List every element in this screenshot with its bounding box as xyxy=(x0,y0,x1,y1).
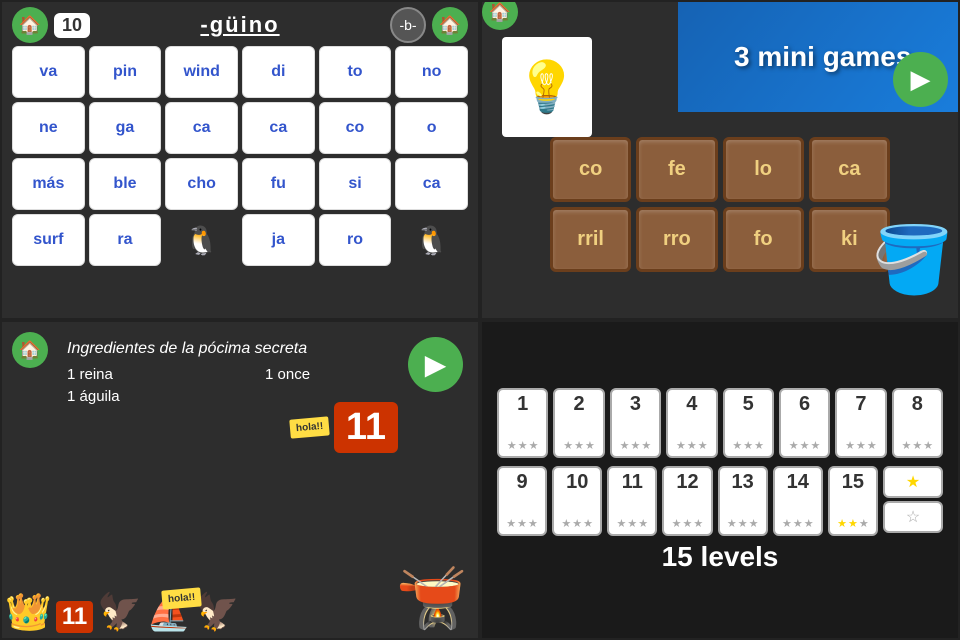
penguin-icon-1: 🐧 xyxy=(165,214,238,266)
wood-tile-grid: co fe lo ca rril rro fo ki xyxy=(550,137,890,272)
cauldron-bottom-left: 🫕 xyxy=(396,565,468,633)
puzzle-game-quadrant: 🏠 💡 3 mini games ▶ 🪣 co fe lo ca rril rr… xyxy=(480,0,960,320)
home-button-puzzle[interactable]: 🏠 xyxy=(482,0,518,30)
recipe-once-text: 1 once xyxy=(265,366,310,383)
level-extra-btn-2[interactable]: ☆ xyxy=(883,501,943,533)
eagle-icon: 🦅 xyxy=(97,591,142,633)
wood-tile-rril[interactable]: rril xyxy=(550,207,631,272)
tile-di[interactable]: di xyxy=(242,46,315,98)
level-14-button[interactable]: 14 ★★★ xyxy=(773,466,823,536)
level-6-button[interactable]: 6 ★★★ xyxy=(779,388,830,458)
tile-ble[interactable]: ble xyxy=(89,158,162,210)
level-8-button[interactable]: 8 ★★★ xyxy=(892,388,943,458)
tile-mas[interactable]: más xyxy=(12,158,85,210)
tile-pin[interactable]: pin xyxy=(89,46,162,98)
next-arrow-button[interactable]: ▶ xyxy=(408,337,463,392)
main-screen: 🏠 10 -güino -b- 🏠 va pin wind di to no n… xyxy=(0,0,960,640)
tile-ca3[interactable]: ca xyxy=(395,158,468,210)
level-13-button[interactable]: 13 ★★★ xyxy=(718,466,768,536)
tile-ca1[interactable]: ca xyxy=(165,102,238,154)
sticky-note: hola!! xyxy=(289,416,330,438)
level-extra-buttons: ★ ☆ xyxy=(883,466,943,536)
tile-ga[interactable]: ga xyxy=(89,102,162,154)
word-tile-grid: va pin wind di to no ne ga ca ca co o má… xyxy=(12,46,468,266)
level-7-button[interactable]: 7 ★★★ xyxy=(835,388,886,458)
wood-tile-co[interactable]: co xyxy=(550,137,631,202)
word-display: -güino xyxy=(200,12,279,38)
level-10-button[interactable]: 10 ★★★ xyxy=(552,466,602,536)
tile-fu[interactable]: fu xyxy=(242,158,315,210)
wood-tile-fo[interactable]: fo xyxy=(723,207,804,272)
queen-icon-large: 👑 xyxy=(5,593,47,633)
tile-surf[interactable]: surf xyxy=(12,214,85,266)
home-button-tl[interactable]: 🏠 xyxy=(12,7,48,43)
lightbulb-card: 💡 xyxy=(502,37,592,137)
level-2-button[interactable]: 2 ★★★ xyxy=(553,388,604,458)
tile-to[interactable]: to xyxy=(319,46,392,98)
recipe-item-aguila: 1 águila xyxy=(67,388,260,405)
levels-grid-row2: 9 ★★★ 10 ★★★ 11 ★★★ 12 ★★★ 13 ★★★ 14 ★★★ xyxy=(497,466,943,536)
wood-tile-lo[interactable]: lo xyxy=(723,137,804,202)
tile-ra[interactable]: ra xyxy=(89,214,162,266)
tile-cho[interactable]: cho xyxy=(165,158,238,210)
level-4-button[interactable]: 4 ★★★ xyxy=(666,388,717,458)
tile-no[interactable]: no xyxy=(395,46,468,98)
wood-tile-ca[interactable]: ca xyxy=(809,137,890,202)
banner-text: 3 mini games xyxy=(734,41,911,73)
tile-o[interactable]: o xyxy=(395,102,468,154)
banner-arrow-button[interactable]: ▶ xyxy=(893,52,948,107)
levels-grid-row1: 1 ★★★ 2 ★★★ 3 ★★★ 4 ★★★ 5 ★★★ 6 ★★★ xyxy=(497,388,943,458)
home-button-bl[interactable]: 🏠 xyxy=(12,332,48,368)
tile-co[interactable]: co xyxy=(319,102,392,154)
tile-va[interactable]: va xyxy=(12,46,85,98)
levels-label: 15 levels xyxy=(662,541,779,573)
number-display: 11 xyxy=(334,402,398,453)
tile-ne[interactable]: ne xyxy=(12,102,85,154)
banner-area: 3 mini games ▶ xyxy=(678,2,958,112)
recipe-title: Ingredientes de la pócima secreta xyxy=(67,340,468,358)
level-extra-btn-1[interactable]: ★ xyxy=(883,466,943,498)
level-12-button[interactable]: 12 ★★★ xyxy=(662,466,712,536)
penguin-icon-2: 🐧 xyxy=(395,214,468,266)
score-display: 10 xyxy=(54,13,90,38)
levels-quadrant: 1 ★★★ 2 ★★★ 3 ★★★ 4 ★★★ 5 ★★★ 6 ★★★ xyxy=(480,320,960,640)
level-11-button[interactable]: 11 ★★★ xyxy=(607,466,657,536)
level-1-button[interactable]: 1 ★★★ xyxy=(497,388,548,458)
recipe-reina-text: 1 reina xyxy=(67,366,113,383)
sticky-note-2: hola!! xyxy=(162,589,201,608)
tile-ro[interactable]: ro xyxy=(319,214,392,266)
level-9-button[interactable]: 9 ★★★ xyxy=(497,466,547,536)
top-bar: 🏠 10 -güino -b- 🏠 xyxy=(12,12,468,38)
sticky-note-2-text: hola!! xyxy=(161,587,202,609)
recipe-aguila-text: 1 águila xyxy=(67,388,120,405)
number-11-1: 11 xyxy=(56,601,93,633)
home-button-tr[interactable]: 🏠 xyxy=(432,7,468,43)
lightbulb-icon: 💡 xyxy=(516,58,578,117)
wood-tile-fe[interactable]: fe xyxy=(636,137,717,202)
level-5-button[interactable]: 5 ★★★ xyxy=(723,388,774,458)
wood-tile-rro[interactable]: rro xyxy=(636,207,717,272)
tile-ja[interactable]: ja xyxy=(242,214,315,266)
sound-button[interactable]: -b- xyxy=(390,7,426,43)
tile-wind[interactable]: wind xyxy=(165,46,238,98)
eagle-icon-2: 🦅 xyxy=(195,591,240,633)
recipe-items: 1 reina 1 once 1 águila xyxy=(67,366,458,405)
level-15-button[interactable]: 15 ★★★ xyxy=(828,466,878,536)
recipe-item-reina: 1 reina xyxy=(67,366,260,383)
tile-ca2[interactable]: ca xyxy=(242,102,315,154)
cauldron-icon: 🪣 xyxy=(872,222,953,298)
level-3-button[interactable]: 3 ★★★ xyxy=(610,388,661,458)
word-game-quadrant: 🏠 10 -güino -b- 🏠 va pin wind di to no n… xyxy=(0,0,480,320)
recipe-game-quadrant: 🏠 Ingredientes de la pócima secreta 1 re… xyxy=(0,320,480,640)
recipe-number-area: hola!! 11 xyxy=(290,402,398,453)
tile-si[interactable]: si xyxy=(319,158,392,210)
